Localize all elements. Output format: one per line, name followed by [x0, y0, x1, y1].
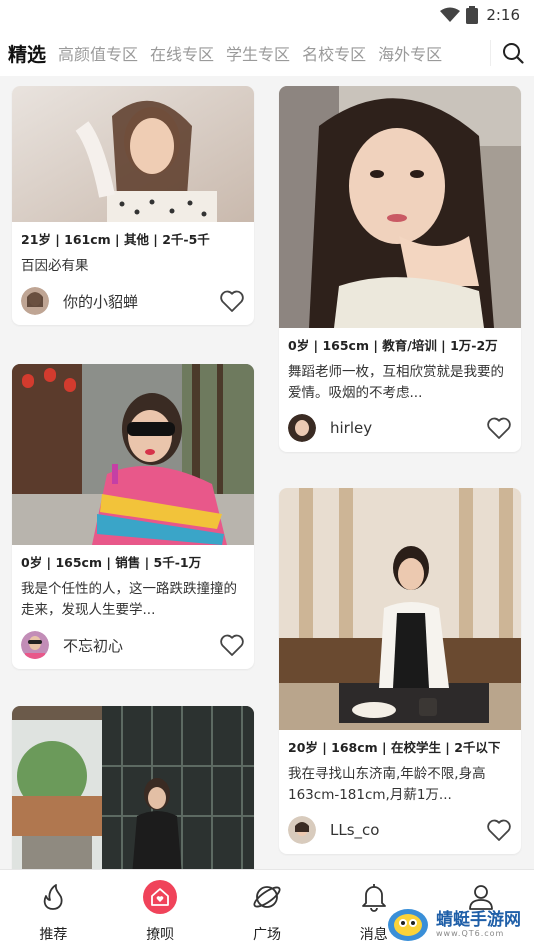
- dragonfly-logo-icon: [388, 909, 428, 941]
- username: 你的小貂蝉: [63, 292, 139, 311]
- profile-photo: [12, 364, 254, 545]
- watermark: 蜻蜓手游网 www.QT6.com: [386, 905, 521, 943]
- heart-icon[interactable]: [486, 416, 512, 440]
- nav-label: 推荐: [39, 927, 68, 943]
- profile-meta: 0岁 | 165cm | 销售 | 5千-1万: [21, 555, 202, 570]
- category-tabs: 精选 高颜值专区 在线专区 学生专区 名校专区 海外专区: [8, 40, 490, 67]
- nav-flirt[interactable]: 撩呗: [107, 870, 214, 949]
- nav-label: 广场: [252, 927, 281, 943]
- wifi-icon: [440, 7, 461, 22]
- profile-desc: 舞蹈老师一枚，互相欣赏就是我要的爱情。吸烟的不考虑...: [288, 364, 504, 401]
- planet-icon: [250, 880, 284, 914]
- heart-icon[interactable]: [219, 289, 245, 313]
- tab-good-looking[interactable]: 高颜值专区: [58, 41, 138, 65]
- tab-online[interactable]: 在线专区: [150, 41, 214, 65]
- profile-card[interactable]: 20岁 | 168cm | 在校学生 | 2千以下 我在寻找山东济南,年龄不限,…: [279, 488, 521, 854]
- avatar: [288, 816, 316, 844]
- profile-card[interactable]: [12, 706, 254, 869]
- watermark-sub: www.QT6.com: [436, 928, 505, 938]
- profile-card[interactable]: 0岁 | 165cm | 销售 | 5千-1万 我是个任性的人，这一路跌跌撞撞的…: [12, 364, 254, 669]
- profile-user-row[interactable]: hirley: [279, 404, 521, 452]
- avatar: [288, 414, 316, 442]
- username: LLs_co: [330, 821, 380, 839]
- profile-meta: 0岁 | 165cm | 教育/培训 | 1万-2万: [288, 338, 498, 353]
- profile-card[interactable]: 0岁 | 165cm | 教育/培训 | 1万-2万 舞蹈老师一枚，互相欣赏就是…: [279, 86, 521, 452]
- profile-desc: 我在寻找山东济南,年龄不限,身高163cm-181cm,月薪1万...: [288, 766, 486, 803]
- search-icon: [502, 43, 524, 64]
- status-icons: [440, 6, 479, 24]
- username: 不忘初心: [63, 636, 124, 655]
- profile-photo: [279, 86, 521, 328]
- tab-elite-school[interactable]: 名校专区: [302, 41, 366, 65]
- username: hirley: [330, 419, 373, 437]
- profile-user-row[interactable]: 不忘初心: [12, 621, 254, 669]
- watermark-text: 蜻蜓手游网: [436, 909, 521, 930]
- search-button[interactable]: [490, 40, 534, 66]
- battery-icon: [466, 6, 479, 24]
- status-bar: 2:16: [0, 0, 534, 30]
- profile-photo: [12, 86, 254, 222]
- tab-featured[interactable]: 精选: [8, 40, 46, 67]
- profile-meta: 20岁 | 168cm | 在校学生 | 2千以下: [288, 740, 501, 755]
- profile-photo: [12, 706, 254, 869]
- profile-feed[interactable]: 21岁 | 161cm | 其他 | 2千-5千 百因必有果 你的小貂蝉 0岁 …: [0, 76, 534, 869]
- nav-recommend[interactable]: 推荐: [0, 870, 107, 949]
- nav-label: 撩呗: [146, 927, 175, 943]
- heart-icon[interactable]: [486, 818, 512, 842]
- avatar: [21, 287, 49, 315]
- category-tabbar: 精选 高颜值专区 在线专区 学生专区 名校专区 海外专区: [0, 30, 534, 76]
- nav-square[interactable]: 广场: [214, 870, 321, 949]
- status-time: 2:16: [486, 6, 520, 24]
- heart-icon[interactable]: [219, 633, 245, 657]
- tab-student[interactable]: 学生专区: [226, 41, 290, 65]
- profile-user-row[interactable]: 你的小貂蝉: [12, 277, 254, 325]
- profile-desc: 我是个任性的人，这一路跌跌撞撞的走来，发现人生要学...: [21, 581, 237, 618]
- home-heart-icon: [143, 880, 178, 914]
- profile-meta: 21岁 | 161cm | 其他 | 2千-5千: [21, 232, 210, 247]
- profile-card[interactable]: 21岁 | 161cm | 其他 | 2千-5千 百因必有果 你的小貂蝉: [12, 86, 254, 325]
- nav-label: 消息: [359, 927, 388, 943]
- profile-photo: [279, 488, 521, 730]
- tab-overseas[interactable]: 海外专区: [378, 41, 442, 65]
- profile-user-row[interactable]: LLs_co: [279, 806, 521, 854]
- flame-icon: [36, 880, 70, 914]
- avatar: [21, 631, 49, 659]
- profile-desc: 百因必有果: [21, 258, 89, 274]
